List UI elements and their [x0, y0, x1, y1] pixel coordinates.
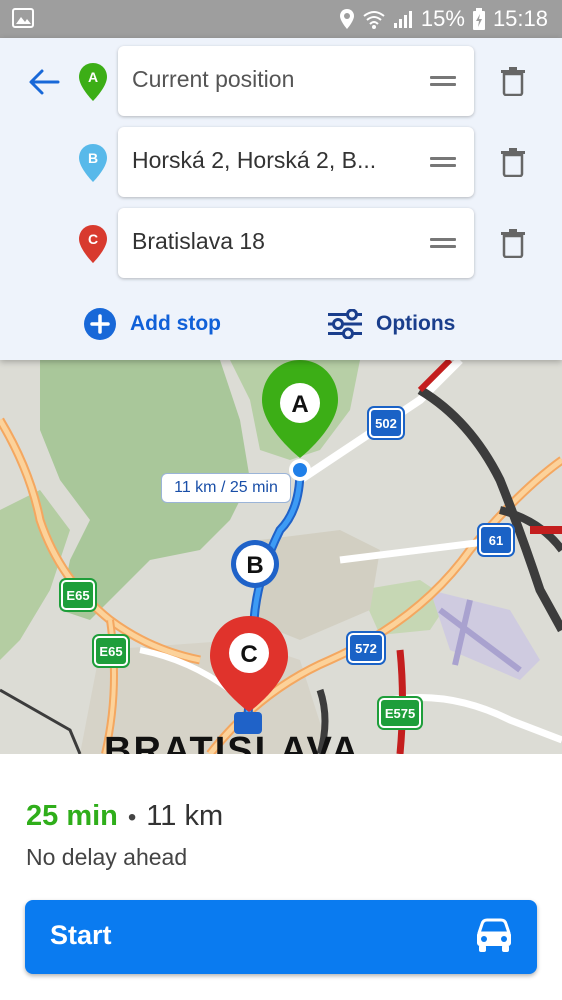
route-duration: 25 min — [26, 800, 118, 832]
route-info-label: 11 km / 25 min — [161, 473, 291, 503]
route-planner-panel: A Current position B Horská 2, Horská 2,… — [0, 38, 562, 360]
delete-waypoint-a-icon[interactable] — [500, 66, 526, 96]
delay-status: No delay ahead — [26, 844, 188, 870]
road-shield-572: 572 — [348, 633, 384, 663]
svg-text:A: A — [291, 391, 308, 418]
signal-icon — [393, 11, 412, 28]
svg-text:B: B — [88, 150, 98, 166]
marker-b-pin[interactable]: B — [231, 540, 279, 588]
delete-waypoint-b-icon[interactable] — [500, 147, 526, 177]
road-shield-502: 502 — [369, 408, 403, 438]
waypoint-pin-a-icon: A — [79, 63, 107, 101]
drag-handle-icon[interactable] — [430, 154, 456, 170]
add-stop-label: Add stop — [130, 312, 221, 335]
svg-text:C: C — [240, 641, 257, 668]
waypoint-pin-c-icon: C — [79, 225, 107, 263]
waypoint-pin-b-icon: B — [79, 144, 107, 182]
map-canvas[interactable]: A B C — [0, 360, 562, 754]
delete-waypoint-c-icon[interactable] — [500, 228, 526, 258]
svg-text:A: A — [88, 69, 98, 85]
options-label: Options — [376, 312, 456, 335]
svg-text:B: B — [246, 552, 263, 579]
sliders-icon — [328, 309, 362, 339]
route-map[interactable]: A B C — [0, 360, 562, 754]
location-icon — [339, 9, 354, 29]
road-shield-61: 61 — [479, 525, 513, 555]
start-label: Start — [50, 920, 112, 950]
waypoint-row-c: C Bratislava 18 — [0, 208, 562, 278]
waypoint-input-a[interactable]: Current position — [118, 46, 474, 116]
waypoint-row-a: A Current position — [0, 46, 562, 116]
road-shield-e575: E575 — [379, 698, 421, 728]
battery-icon — [472, 8, 485, 30]
route-summary-sheet: 25 min • 11 km No delay ahead Start — [0, 754, 562, 1000]
start-navigation-button[interactable]: Start — [25, 900, 537, 974]
waypoint-input-c[interactable]: Bratislava 18 — [118, 208, 474, 278]
road-shield-e65: E65 — [61, 580, 95, 610]
battery-percent: 15% — [420, 6, 465, 31]
status-bar: 15% 15:18 — [0, 0, 562, 38]
svg-text:C: C — [88, 231, 98, 247]
separator-dot: • — [127, 804, 137, 831]
wifi-icon — [363, 11, 385, 29]
plus-circle-icon — [84, 308, 116, 340]
waypoint-c-value: Bratislava 18 — [132, 228, 265, 254]
add-stop-button[interactable]: Add stop — [84, 308, 221, 340]
waypoint-row-b: B Horská 2, Horská 2, B... — [0, 127, 562, 197]
waypoint-input-b[interactable]: Horská 2, Horská 2, B... — [118, 127, 474, 197]
car-icon — [477, 918, 511, 952]
road-shield-e65: E65 — [94, 636, 128, 666]
route-distance: 11 km — [146, 800, 224, 832]
options-button[interactable]: Options — [328, 308, 455, 340]
waypoint-b-value: Horská 2, Horská 2, B... — [132, 147, 377, 173]
image-icon — [12, 8, 34, 28]
waypoint-a-placeholder: Current position — [132, 66, 295, 92]
route-summary: 25 min • 11 km — [26, 800, 223, 833]
clock: 15:18 — [492, 6, 548, 31]
drag-handle-icon[interactable] — [430, 235, 456, 251]
drag-handle-icon[interactable] — [430, 73, 456, 89]
